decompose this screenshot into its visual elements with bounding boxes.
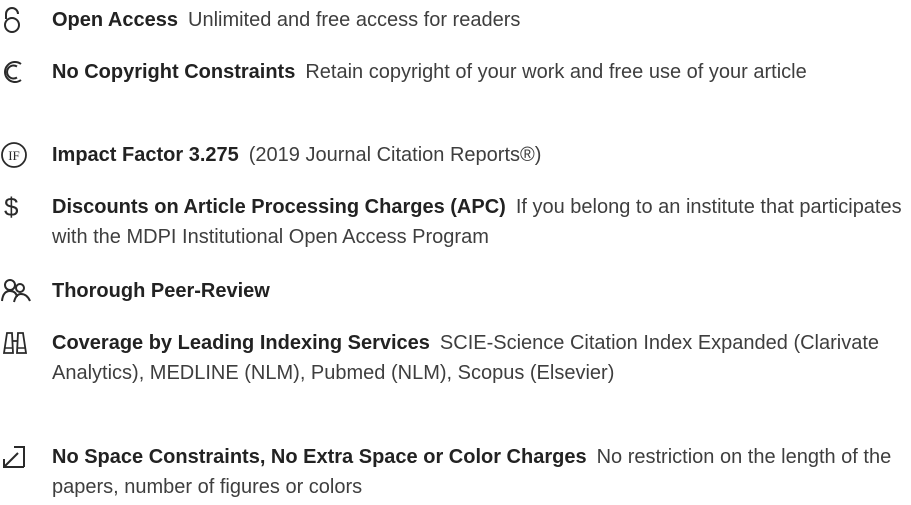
impact-factor-icon: IF bbox=[0, 140, 40, 170]
feature-description: Unlimited and free access for readers bbox=[188, 9, 521, 31]
feature-title: Open Access bbox=[52, 9, 178, 31]
peer-review-icon bbox=[0, 276, 40, 306]
dollar-icon: $ bbox=[0, 192, 40, 222]
impact-factor-icon-text: IF bbox=[8, 148, 20, 163]
feature-title: Coverage by Leading Indexing Services bbox=[52, 332, 430, 354]
feature-text: Discounts on Article Processing Charges … bbox=[52, 192, 902, 252]
feature-text: No Space Constraints, No Extra Space or … bbox=[52, 442, 902, 502]
feature-title: No Copyright Constraints bbox=[52, 61, 296, 83]
feature-description: (2019 Journal Citation Reports®) bbox=[248, 144, 542, 166]
feature-text: Impact Factor 3.275 (2019 Journal Citatio… bbox=[52, 140, 902, 170]
feature-text: Open Access Unlimited and free access for… bbox=[52, 5, 902, 35]
dollar-icon-text: $ bbox=[4, 192, 19, 222]
feature-title: Impact Factor 3.275 bbox=[52, 144, 239, 166]
feature-title: No Space Constraints, No Extra Space or … bbox=[52, 446, 587, 468]
open-lock-icon bbox=[0, 5, 40, 35]
binoculars-icon bbox=[0, 328, 40, 358]
feature-text: Coverage by Leading Indexing Services SCI… bbox=[52, 328, 902, 388]
feature-description: Retain copyright of your work and free u… bbox=[305, 61, 807, 83]
feature-title: Discounts on Article Processing Charges … bbox=[52, 196, 506, 218]
feature-list: Open Access Unlimited and free access for… bbox=[0, 0, 911, 505]
expand-icon bbox=[0, 442, 40, 472]
copyright-icon bbox=[0, 57, 40, 87]
feature-text: Thorough Peer-Review bbox=[52, 276, 902, 306]
feature-text: No Copyright Constraints Retain copyright… bbox=[52, 57, 902, 87]
feature-title: Thorough Peer-Review bbox=[52, 280, 270, 302]
